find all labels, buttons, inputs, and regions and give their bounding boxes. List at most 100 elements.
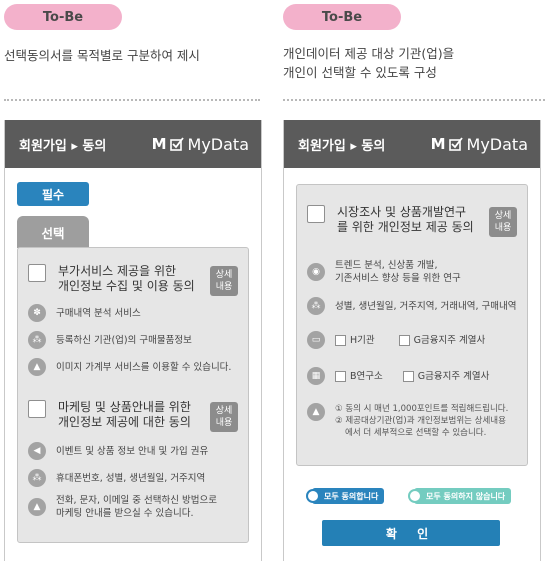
item-text: 등록하신 기관(업)의 구매물품정보 (56, 334, 192, 346)
item-text: 이벤트 및 상품 정보 안내 및 가입 권유 (56, 445, 209, 457)
right-phone-mockup: 회원가입 ▸ 동의 M MyData 시장조사 및 상품개발연구 를 위한 개인… (283, 120, 541, 561)
consent-checkbox[interactable] (28, 264, 46, 282)
mydata-logo: M MyData (431, 135, 528, 154)
detail-label: 상세 (494, 211, 512, 221)
org-row: ▭ H기관 G금융지주 계열사 (307, 331, 485, 349)
org-checkbox[interactable] (398, 334, 410, 346)
org-option[interactable]: H기관 (335, 334, 375, 347)
org-label: H기관 (350, 334, 375, 346)
org-checkbox[interactable] (335, 334, 346, 346)
confirm-button[interactable]: 확 인 (322, 520, 500, 546)
consent-row-market-research[interactable]: 시장조사 및 상품개발연구 를 위한 개인정보 제공 동의 (307, 205, 474, 235)
right-header: 회원가입 ▸ 동의 M MyData (284, 120, 540, 168)
item-text-line: 기존서비스 향상 등을 위한 연구 (335, 273, 461, 284)
disagree-all-button[interactable]: 모두 동의하지 않습니다 (408, 488, 512, 504)
notice: ▲ ① 동의 시 매년 1,000포인트를 적립해드립니다. ② 제공대상기관(… (307, 403, 508, 439)
agree-all-label: 모두 동의합니다 (324, 491, 379, 501)
warning-icon: ▲ (307, 403, 325, 421)
item-text: 구매내역 분석 서비스 (56, 307, 141, 319)
detail-label: 내용 (215, 418, 233, 428)
consent-row-additional-service[interactable]: 부가서비스 제공을 위한 개인정보 수집 및 이용 동의 (28, 264, 195, 294)
warning-icon: ▲ (28, 358, 46, 376)
list-item: ⁂ 성별, 생년월일, 거주지역, 거래내역, 구매내역 (307, 297, 516, 315)
left-header: 회원가입 ▸ 동의 M MyData (5, 120, 261, 168)
list-item: ✽ 구매내역 분석 서비스 (28, 304, 141, 322)
item-text-line: 마케팅 안내를 받으실 수 있습니다. (56, 508, 194, 519)
disagree-all-radio[interactable] (408, 489, 422, 503)
list-item: ◉ 트렌드 분석, 신상품 개발, 기존서비스 향상 등을 위한 연구 (307, 259, 461, 285)
link-icon: ⁂ (28, 469, 46, 487)
detail-label: 상세 (215, 406, 233, 416)
notice-line: 에서 더 세부적으로 선택할 수 있습니다. (345, 428, 487, 438)
mydata-logo-text: MyData (466, 134, 528, 154)
org-row: ▦ B연구소 G금융지주 계열사 (307, 367, 489, 385)
check-box-icon (169, 137, 184, 151)
detail-button[interactable]: 상세내용 (210, 266, 238, 296)
check-box-icon (448, 137, 463, 151)
item-text: 전화, 문자, 이메일 중 선택하신 방법으로 마케팅 안내를 받으실 수 있습… (56, 494, 217, 520)
header-title: 회원가입 ▸ 동의 (19, 138, 107, 154)
bank-icon: ▭ (307, 331, 325, 349)
detail-label: 내용 (494, 223, 512, 233)
consent-checkbox[interactable] (307, 205, 325, 223)
mydata-logo-text: MyData (187, 134, 249, 154)
left-divider (4, 99, 260, 101)
consent-title-line: 부가서비스 제공을 위한 (58, 264, 177, 278)
org-option[interactable]: G금융지주 계열사 (402, 370, 490, 383)
agree-all-button[interactable]: 모두 동의합니다 (306, 488, 385, 504)
link-icon: ⁂ (28, 331, 46, 349)
org-label: G금융지주 계열사 (417, 370, 490, 382)
tab-optional[interactable]: 선택 (17, 216, 89, 248)
consent-title: 부가서비스 제공을 위한 개인정보 수집 및 이용 동의 (58, 264, 195, 294)
list-item: ▲ 이미지 가계부 서비스를 이용할 수 있습니다. (28, 358, 231, 376)
required-button[interactable]: 필수 (17, 182, 89, 206)
right-description: 개인데이터 제공 대상 기관(업)을 개인이 선택할 수 있도록 구성 (283, 44, 454, 82)
list-item: ⁂ 등록하신 기관(업)의 구매물품정보 (28, 331, 192, 349)
left-optional-panel: 부가서비스 제공을 위한 개인정보 수집 및 이용 동의 상세 내용 ✽ 구매내역… (17, 247, 249, 543)
consent-title: 마케팅 및 상품안내를 위한 개인정보 제공에 대한 동의 (58, 400, 191, 430)
item-text: 휴대폰번호, 성별, 생년월일, 거주지역 (56, 472, 206, 484)
org-checkbox[interactable] (335, 370, 346, 382)
consent-title-line: 개인정보 제공에 대한 동의 (58, 415, 191, 429)
detail-label: 상세 (215, 270, 233, 280)
building-icon: ▦ (307, 367, 325, 385)
megaphone-icon: ◀ (28, 442, 46, 460)
research-icon: ◉ (307, 263, 325, 281)
notice-text: ① 동의 시 매년 1,000포인트를 적립해드립니다. ② 제공대상기관(업)… (335, 403, 508, 439)
detail-label: 내용 (215, 282, 233, 292)
disagree-all-label: 모두 동의하지 않습니다 (426, 491, 506, 501)
org-option[interactable]: G금융지주 계열사 (398, 334, 486, 347)
item-text: 트렌드 분석, 신상품 개발, 기존서비스 향상 등을 위한 연구 (335, 259, 461, 285)
right-divider (283, 99, 545, 101)
list-item: ⁂ 휴대폰번호, 성별, 생년월일, 거주지역 (28, 469, 205, 487)
org-checkbox[interactable] (402, 370, 414, 382)
list-item: ◀ 이벤트 및 상품 정보 안내 및 가입 권유 (28, 442, 208, 460)
detail-button[interactable]: 상세내용 (489, 207, 517, 237)
item-text-line: 전화, 문자, 이메일 중 선택하신 방법으로 (56, 495, 217, 506)
mydata-logo: M MyData (152, 135, 249, 154)
consent-title-line: 마케팅 및 상품안내를 위한 (58, 400, 191, 414)
mydata-logo-mark: M (430, 135, 446, 153)
link-icon: ⁂ (307, 297, 325, 315)
header-title: 회원가입 ▸ 동의 (298, 138, 386, 154)
item-text: 이미지 가계부 서비스를 이용할 수 있습니다. (56, 361, 232, 373)
agree-all-radio[interactable] (306, 489, 320, 503)
consent-checkbox[interactable] (28, 400, 46, 418)
list-item: ▲ 전화, 문자, 이메일 중 선택하신 방법으로 마케팅 안내를 받으실 수 … (28, 494, 217, 520)
consent-row-marketing[interactable]: 마케팅 및 상품안내를 위한 개인정보 제공에 대한 동의 (28, 400, 191, 430)
right-description-line: 개인데이터 제공 대상 기관(업)을 (283, 46, 455, 61)
mydata-logo-mark: M (151, 135, 167, 153)
left-description: 선택동의서를 목적별로 구분하여 제시 (4, 48, 200, 63)
tobe-badge-right: To-Be (283, 4, 401, 30)
left-phone-mockup: 회원가입 ▸ 동의 M MyData 필수 선택 부가서비스 제공을 위한 개인… (4, 120, 262, 561)
detail-button[interactable]: 상세내용 (210, 402, 238, 432)
org-option[interactable]: B연구소 (335, 370, 383, 383)
consent-title-line: 개인정보 수집 및 이용 동의 (58, 279, 195, 293)
item-text: 성별, 생년월일, 거주지역, 거래내역, 구매내역 (335, 300, 517, 312)
org-label: B연구소 (350, 370, 383, 382)
consent-title-line: 를 위한 개인정보 제공 동의 (337, 220, 474, 234)
org-label: G금융지주 계열사 (413, 334, 486, 346)
service-icon: ✽ (28, 304, 46, 322)
consent-title-line: 시장조사 및 상품개발연구 (337, 205, 467, 219)
notice-line: ① 동의 시 매년 1,000포인트를 적립해드립니다. (335, 404, 509, 414)
